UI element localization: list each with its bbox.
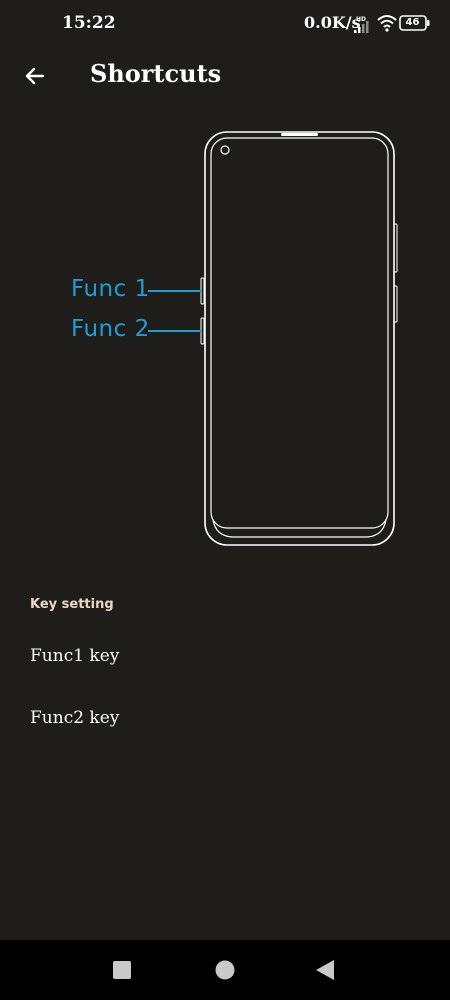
app-bar: Shortcuts — [0, 48, 450, 104]
home-button[interactable] — [207, 952, 243, 988]
navigation-bar — [0, 940, 450, 1000]
status-time: 15:22 — [62, 13, 116, 33]
home-circle-icon — [215, 960, 235, 980]
func1-label: Func 1 — [71, 276, 150, 302]
battery-icon: 46 — [399, 15, 431, 32]
func2-pointer-line — [148, 330, 202, 332]
func1-pointer-line — [148, 290, 202, 292]
func1-key-setting[interactable]: Func1 key — [0, 628, 450, 688]
status-bar: 15:22 0.0K/s HD 46 — [0, 0, 450, 48]
back-triangle-icon — [316, 960, 334, 980]
back-button[interactable] — [14, 56, 56, 96]
func2-label: Func 2 — [71, 316, 150, 342]
func1-key-label: Func1 key — [30, 646, 120, 666]
arrow-left-icon — [25, 67, 45, 85]
key-setting-header: Key setting — [30, 597, 114, 612]
wifi-icon — [377, 15, 397, 32]
svg-text:HD: HD — [356, 16, 366, 23]
func2-key-label: Func2 key — [30, 708, 120, 728]
phone-illustration: Func 1 Func 2 — [0, 120, 450, 560]
back-nav-button[interactable] — [307, 952, 343, 988]
func2-key-setting[interactable]: Func2 key — [0, 690, 450, 750]
recents-button[interactable] — [104, 952, 140, 988]
phone-outline-icon — [200, 131, 398, 546]
page-title: Shortcuts — [90, 59, 222, 88]
hd-signal-icon: HD — [354, 16, 369, 33]
battery-level: 46 — [405, 17, 420, 28]
recents-square-icon — [113, 961, 131, 979]
